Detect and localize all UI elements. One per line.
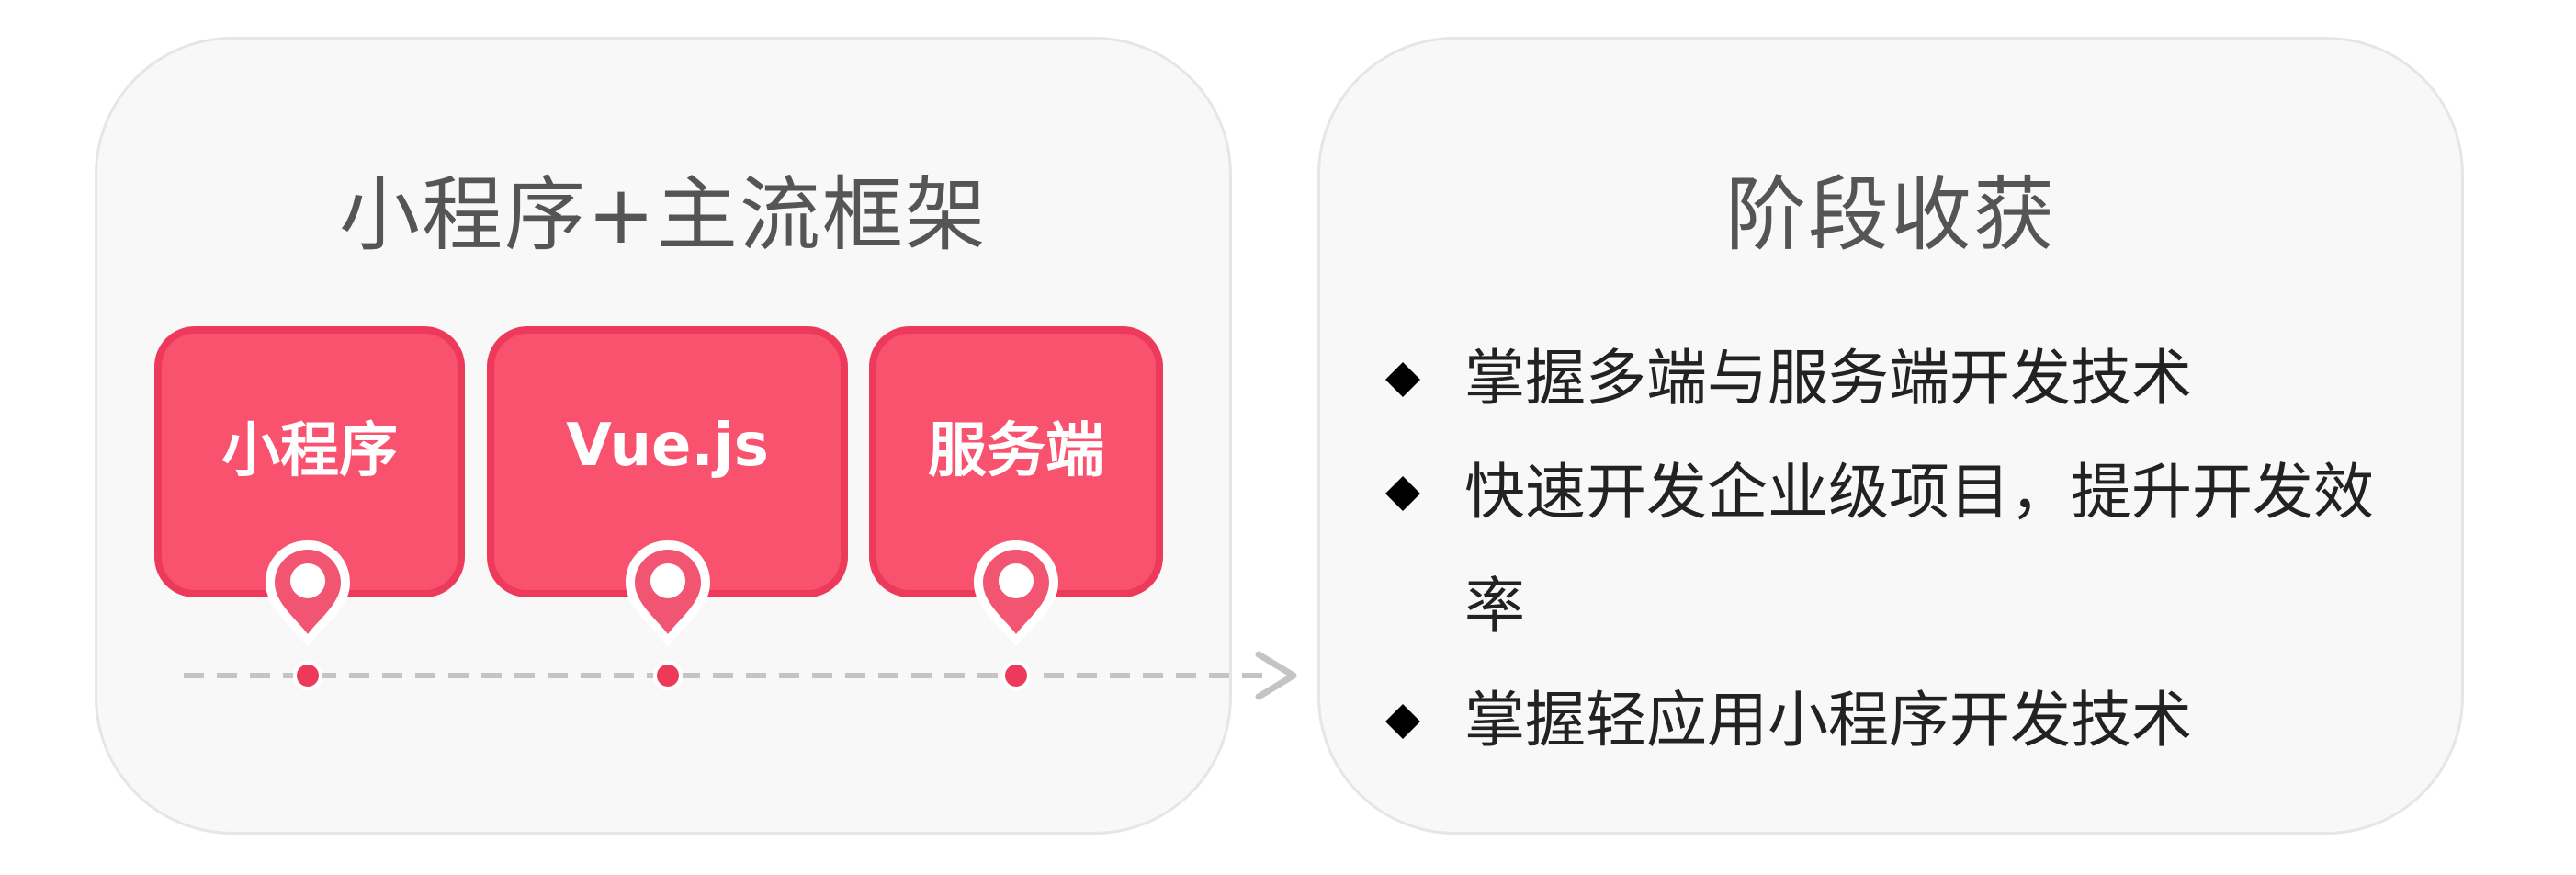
diamond-bullet-icon — [1385, 362, 1420, 397]
right-panel-title: 阶段收获 — [1724, 167, 2056, 262]
list-item-text: 掌握多端与服务端开发技术 — [1464, 343, 2192, 414]
card-label: Vue.js — [566, 411, 769, 480]
harvest-list: 掌握多端与服务端开发技术 快速开发企业级项目，提升开发效率 掌握轻应用小程序开发… — [1373, 322, 2429, 778]
card-label: 小程序 — [221, 416, 398, 485]
map-pin-icon — [260, 537, 356, 651]
timeline-arrow-icon — [1255, 651, 1297, 700]
diamond-bullet-icon — [1385, 704, 1420, 739]
list-item: 掌握轻应用小程序开发技术 — [1373, 664, 2429, 778]
left-panel-title: 小程序+主流框架 — [339, 167, 988, 262]
list-item: 掌握多端与服务端开发技术 — [1373, 322, 2429, 436]
diamond-bullet-icon — [1385, 476, 1420, 511]
list-item-text: 掌握轻应用小程序开发技术 — [1464, 685, 2192, 756]
map-pin-icon — [968, 537, 1064, 651]
list-item-text: 快速开发企业级项目，提升开发效率 — [1464, 457, 2374, 642]
card-label: 服务端 — [928, 416, 1104, 485]
map-pin-icon — [620, 537, 716, 651]
list-item: 快速开发企业级项目，提升开发效率 — [1373, 436, 2429, 664]
